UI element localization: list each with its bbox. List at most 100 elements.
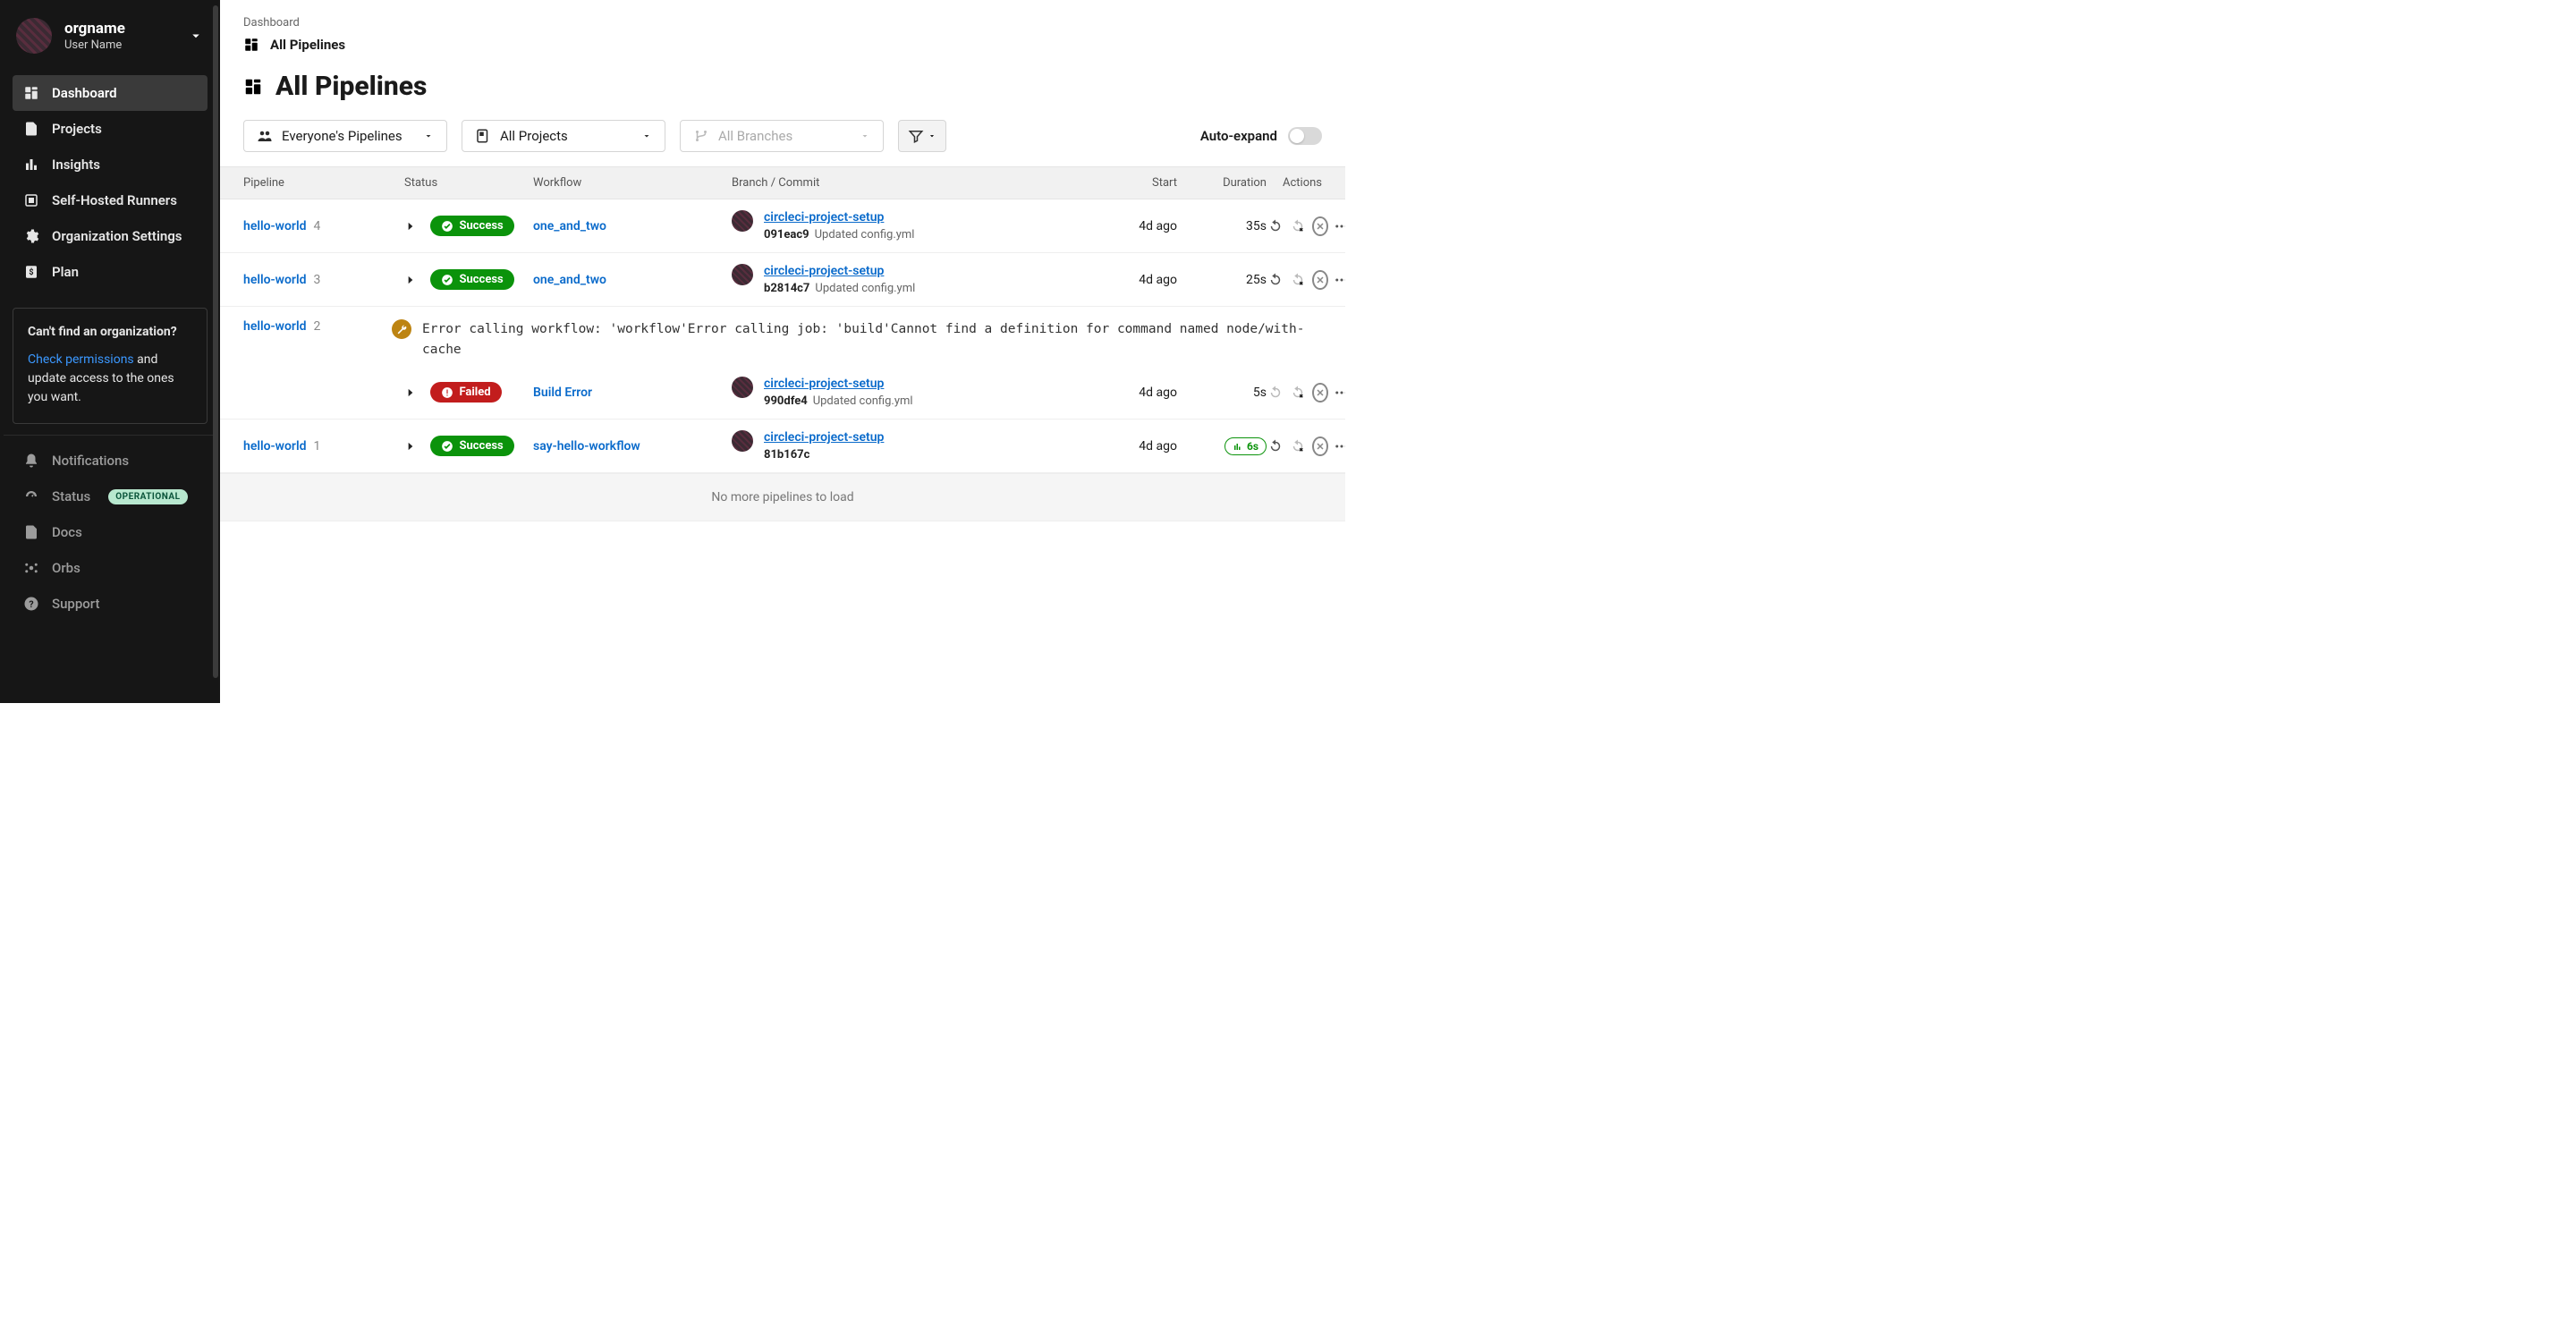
col-pipeline: Pipeline [243, 176, 404, 190]
people-icon [257, 128, 273, 144]
auto-expand-label: Auto-expand [1200, 128, 1277, 144]
rerun-failed-button[interactable] [1290, 381, 1308, 404]
branch-link[interactable]: circleci-project-setup [764, 264, 884, 278]
expand-toggle[interactable] [404, 386, 417, 399]
workflow-link[interactable]: one_and_two [533, 273, 606, 287]
scrollbar[interactable] [213, 5, 218, 678]
check-permissions-link[interactable]: Check permissions [28, 352, 134, 367]
sidebar-item-label: Notifications [52, 453, 129, 469]
owner-filter-select[interactable]: Everyone's Pipelines [243, 120, 447, 152]
runners-icon [23, 192, 39, 208]
sidebar-item-insights[interactable]: Insights [13, 147, 208, 182]
table-row: hello-world 2 Error calling workflow: 'wo… [220, 307, 1345, 366]
org-switcher[interactable]: orgname User Name [0, 0, 220, 68]
branch-cell: circleci-project-setup 091eac9Updated co… [732, 210, 1084, 242]
org-name: orgname [64, 20, 175, 38]
select-value: All Projects [500, 128, 568, 144]
workflow-link[interactable]: Build Error [533, 386, 592, 400]
branch-link[interactable]: circleci-project-setup [764, 377, 884, 391]
expand-toggle[interactable] [404, 440, 417, 453]
pipeline-link[interactable]: hello-world [243, 273, 307, 287]
dashboard-icon [23, 85, 39, 101]
caret-down-icon [928, 131, 936, 140]
table-header: Pipeline Status Workflow Branch / Commit… [220, 166, 1345, 199]
sidebar-item-label: Organization Settings [52, 228, 182, 244]
col-start: Start [1084, 176, 1177, 190]
actor-avatar [732, 377, 753, 398]
more-menu-button[interactable] [1334, 268, 1346, 292]
pipeline-link[interactable]: hello-world [243, 439, 307, 453]
table-row: hello-world1 Success say-hello-workflow … [220, 419, 1345, 473]
pipeline-link[interactable]: hello-world [243, 319, 307, 334]
gear-icon [23, 228, 39, 244]
user-name: User Name [64, 38, 175, 52]
cancel-button[interactable] [1312, 216, 1328, 236]
sidebar-item-plan[interactable]: $ Plan [13, 254, 208, 290]
dashboard-icon [243, 37, 259, 53]
wrench-icon [392, 319, 411, 339]
sidebar-item-orgsettings[interactable]: Organization Settings [13, 218, 208, 254]
page-title-row: All Pipelines [220, 67, 1345, 116]
rerun-failed-button[interactable] [1290, 268, 1308, 292]
actor-avatar [732, 210, 753, 232]
project-filter-select[interactable]: All Projects [462, 120, 665, 152]
rerun-button[interactable] [1267, 381, 1284, 404]
more-menu-button[interactable] [1334, 435, 1346, 458]
sidebar-item-projects[interactable]: Projects [13, 111, 208, 147]
sidebar-item-label: Projects [52, 121, 102, 137]
workflow-link[interactable]: say-hello-workflow [533, 439, 640, 453]
branch-link[interactable]: circleci-project-setup [764, 430, 884, 445]
branch-filter-select[interactable]: All Branches [680, 120, 884, 152]
caret-down-icon [423, 131, 434, 141]
status-badge: Success [430, 216, 513, 236]
sidebar-item-runners[interactable]: Self-Hosted Runners [13, 182, 208, 218]
branch-link[interactable]: circleci-project-setup [764, 210, 884, 225]
table-row: hello-world3 Success one_and_two circlec… [220, 253, 1345, 307]
commit-line: 990dfe4Updated config.yml [764, 394, 913, 408]
col-actions: Actions [1267, 176, 1345, 190]
sidebar-item-label: Plan [52, 264, 79, 280]
pipeline-link[interactable]: hello-world [243, 219, 307, 233]
sidebar-item-status[interactable]: Status OPERATIONAL [13, 479, 208, 514]
table-row: Failed Build Error circleci-project-setu… [220, 366, 1345, 419]
branch-icon [693, 128, 709, 144]
sidebar-item-support[interactable]: ? Support [13, 586, 208, 622]
rerun-failed-button[interactable] [1290, 435, 1308, 458]
svg-text:$: $ [29, 267, 33, 277]
duration: 6s [1177, 437, 1267, 455]
rerun-button[interactable] [1267, 435, 1284, 458]
pipeline-number: 2 [314, 319, 321, 334]
auto-expand-toggle[interactable] [1288, 127, 1322, 145]
sidebar-item-label: Orbs [52, 560, 80, 576]
start-time: 4d ago [1084, 219, 1177, 233]
sidebar-item-notifications[interactable]: Notifications [13, 443, 208, 479]
rerun-button[interactable] [1267, 268, 1284, 292]
rerun-button[interactable] [1267, 215, 1284, 238]
context-row: All Pipelines [220, 37, 1345, 67]
chevron-down-icon [188, 28, 204, 44]
commit-line: 81b167c [764, 448, 884, 462]
commit-line: 091eac9Updated config.yml [764, 228, 914, 242]
error-message: Error calling workflow: 'workflow'Error … [422, 319, 1322, 360]
org-avatar [16, 18, 52, 54]
branch-cell: circleci-project-setup 990dfe4Updated co… [732, 377, 1084, 408]
plan-icon: $ [23, 264, 39, 280]
cancel-button[interactable] [1312, 270, 1328, 290]
rerun-failed-button[interactable] [1290, 215, 1308, 238]
filter-button[interactable] [898, 120, 946, 152]
sidebar-item-dashboard[interactable]: Dashboard [13, 75, 208, 111]
no-more-message: No more pipelines to load [220, 473, 1345, 521]
cancel-button[interactable] [1312, 436, 1328, 456]
more-menu-button[interactable] [1334, 215, 1346, 238]
more-menu-button[interactable] [1334, 381, 1346, 404]
sidebar-item-docs[interactable]: Docs [13, 514, 208, 550]
sidebar-item-orbs[interactable]: Orbs [13, 550, 208, 586]
filter-icon [908, 128, 924, 144]
cancel-button[interactable] [1312, 383, 1328, 403]
pipeline-number: 1 [314, 439, 321, 453]
expand-toggle[interactable] [404, 220, 417, 233]
status-pill: OPERATIONAL [108, 489, 187, 504]
gauge-icon [23, 488, 39, 504]
workflow-link[interactable]: one_and_two [533, 219, 606, 233]
expand-toggle[interactable] [404, 274, 417, 286]
